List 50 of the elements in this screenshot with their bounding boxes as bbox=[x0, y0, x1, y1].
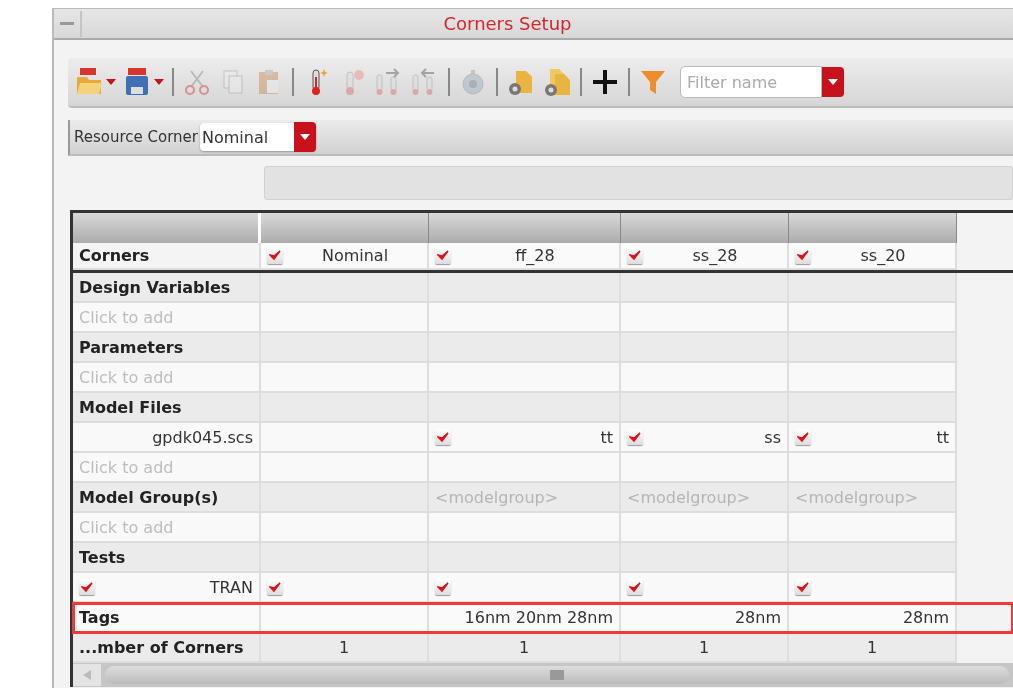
checkbox[interactable] bbox=[795, 429, 811, 445]
item-name: gpdk045.scs bbox=[152, 427, 253, 447]
checkbox[interactable] bbox=[795, 247, 811, 264]
count-text: 1 bbox=[698, 637, 710, 657]
grip-icon bbox=[550, 670, 564, 680]
caret-icon bbox=[300, 134, 310, 140]
corner-name: ss_28 bbox=[691, 246, 739, 265]
section-heading: ...mber of Corners bbox=[79, 637, 244, 657]
section-heading: Model Files bbox=[79, 397, 182, 417]
resource-corner-select[interactable]: Nominal bbox=[200, 123, 316, 151]
section-heading: Design Variables bbox=[79, 277, 231, 297]
cell-text: tt bbox=[600, 427, 613, 447]
item-name: TRAN bbox=[209, 577, 253, 597]
section-heading: Tags bbox=[79, 607, 120, 627]
checkbox[interactable] bbox=[79, 579, 95, 595]
resource-corner-label: Resource Corner bbox=[73, 128, 198, 146]
corner-name: ff_28 bbox=[514, 246, 556, 265]
section-heading: Parameters bbox=[79, 337, 184, 357]
tag-text: 28nm bbox=[902, 607, 949, 627]
count-text: 1 bbox=[866, 637, 878, 657]
section-heading: Model Group(s) bbox=[79, 487, 219, 507]
checkbox[interactable] bbox=[267, 247, 283, 264]
dropdown-button[interactable] bbox=[822, 67, 844, 97]
horizontal-scrollbar[interactable] bbox=[70, 663, 1013, 687]
window-title: Corners Setup bbox=[443, 13, 573, 34]
gear-folders-icon bbox=[542, 67, 572, 97]
checkbox[interactable] bbox=[435, 247, 451, 264]
checkbox[interactable] bbox=[627, 579, 643, 595]
cell-text: ss bbox=[764, 427, 781, 447]
corner-name: Nominal bbox=[320, 246, 390, 265]
move-cross-icon bbox=[590, 67, 620, 97]
checkbox[interactable] bbox=[435, 579, 451, 595]
folder-icon bbox=[74, 67, 104, 97]
row-heading: Corners bbox=[79, 246, 150, 265]
checkbox[interactable] bbox=[627, 429, 643, 445]
checkbox[interactable] bbox=[627, 247, 643, 264]
count-text: 1 bbox=[518, 637, 530, 657]
filter-field[interactable]: Filter name bbox=[680, 66, 822, 98]
tag-text: 28nm bbox=[734, 607, 781, 627]
caret-icon bbox=[828, 79, 838, 85]
tag-text: 16nm 20nm 28nm bbox=[464, 607, 613, 627]
corner-name: ss_20 bbox=[859, 246, 907, 265]
left-arrow-icon bbox=[83, 670, 91, 680]
count-text: 1 bbox=[338, 637, 350, 657]
checkbox[interactable] bbox=[795, 579, 811, 595]
dash-icon bbox=[60, 22, 74, 25]
checkbox[interactable] bbox=[267, 579, 283, 595]
checkbox[interactable] bbox=[435, 429, 451, 445]
section-heading: Tests bbox=[79, 547, 126, 567]
cell-text: tt bbox=[936, 427, 949, 447]
